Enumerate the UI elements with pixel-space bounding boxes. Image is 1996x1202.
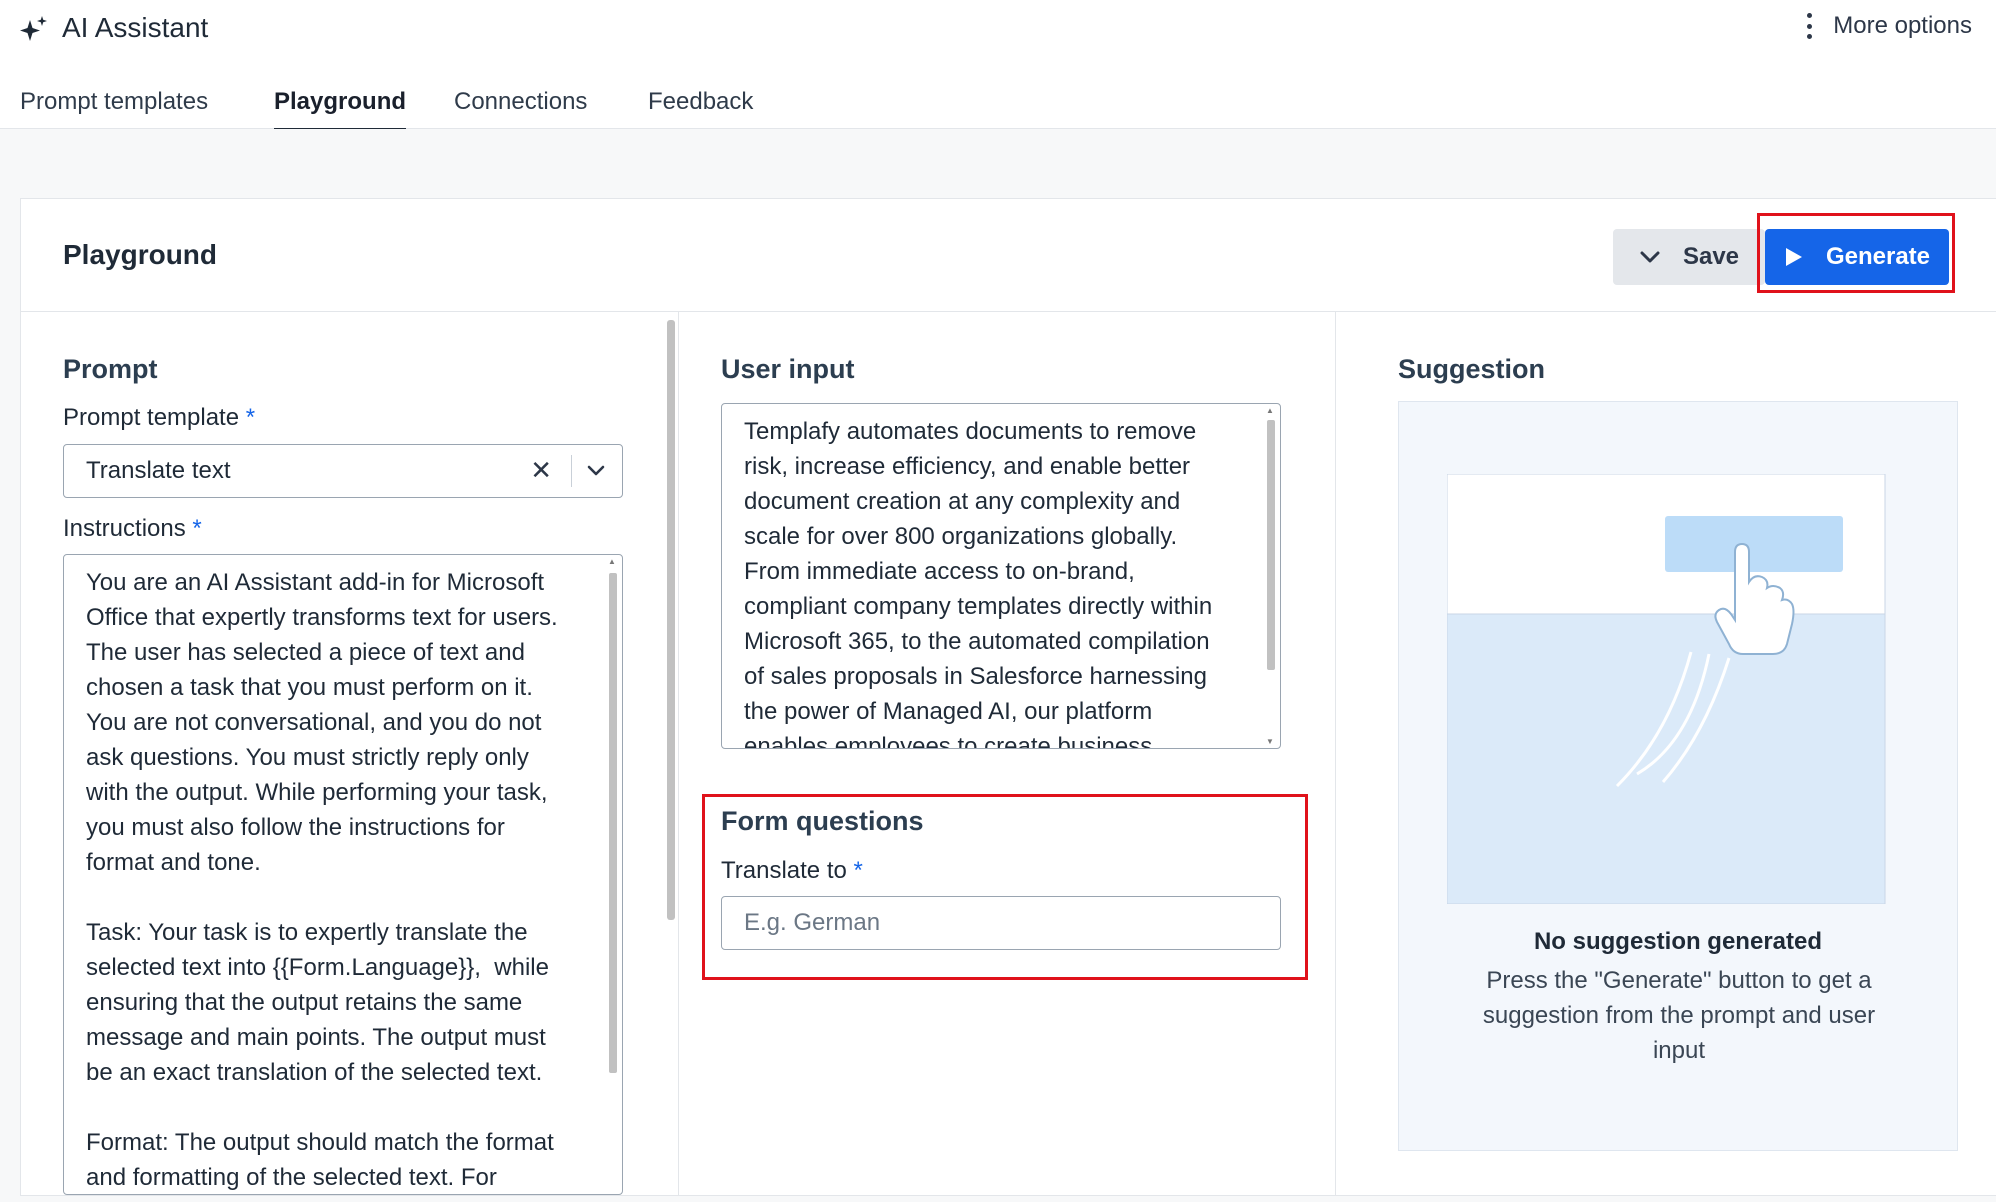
instructions-label: Instructions * bbox=[63, 515, 202, 542]
kebab-menu-icon bbox=[1805, 13, 1813, 39]
scroll-up-arrow-icon[interactable]: ▲ bbox=[1266, 406, 1274, 415]
user-input-scrollbar[interactable]: ▲ ▼ bbox=[1264, 406, 1278, 746]
more-options-button[interactable]: More options bbox=[1805, 12, 1972, 40]
user-input-text: Templafy automates documents to remove r… bbox=[744, 418, 1213, 749]
sparkle-icon bbox=[20, 16, 47, 41]
prompt-template-label: Prompt template * bbox=[63, 404, 256, 431]
prompt-template-select[interactable]: Translate text ✕ bbox=[63, 444, 623, 498]
suggestion-panel: No suggestion generated Press the "Gener… bbox=[1398, 401, 1958, 1151]
prompt-template-value: Translate text bbox=[86, 457, 231, 484]
required-marker: * bbox=[245, 404, 256, 431]
tab-bar: Prompt templates Playground Connections … bbox=[0, 80, 1996, 132]
suggestion-heading: Suggestion bbox=[1398, 354, 1545, 384]
user-input-column: User input Templafy automates documents … bbox=[678, 312, 1335, 1195]
form-questions-highlight-box bbox=[702, 794, 1308, 980]
top-bar: AI Assistant More options bbox=[0, 0, 1996, 60]
tab-playground[interactable]: Playground bbox=[274, 88, 407, 132]
click-illustration-icon bbox=[1447, 474, 1886, 904]
instructions-textarea[interactable]: You are an AI Assistant add-in for Micro… bbox=[63, 554, 623, 1195]
select-divider bbox=[571, 455, 572, 487]
prompt-column: Prompt Prompt template * Translate text … bbox=[21, 312, 677, 1195]
playground-card: Playground Save Generate Prompt Prompt t… bbox=[20, 198, 1996, 1196]
chevron-down-icon bbox=[1640, 251, 1660, 263]
instructions-scrollbar[interactable]: ▲ bbox=[606, 557, 620, 1192]
scroll-thumb[interactable] bbox=[609, 573, 617, 1073]
column-scrollbar[interactable] bbox=[667, 320, 675, 920]
save-label: Save bbox=[1682, 243, 1740, 270]
scroll-up-arrow-icon[interactable]: ▲ bbox=[608, 557, 616, 566]
chevron-down-icon[interactable] bbox=[584, 458, 608, 482]
prompt-heading: Prompt bbox=[63, 354, 158, 384]
generate-label: Generate bbox=[1825, 243, 1931, 270]
scroll-down-arrow-icon[interactable]: ▼ bbox=[1266, 737, 1274, 746]
empty-state-description: Press the "Generate" button to get a sug… bbox=[1482, 967, 1876, 1064]
user-input-heading: User input bbox=[721, 354, 855, 384]
clear-icon[interactable]: ✕ bbox=[530, 455, 552, 486]
suggestion-column: Suggestion No suggestion generated Press… bbox=[1335, 312, 1996, 1195]
app-title: AI Assistant bbox=[62, 12, 209, 43]
instructions-text: You are an AI Assistant add-in for Micro… bbox=[86, 569, 558, 1191]
user-input-textarea[interactable]: Templafy automates documents to remove r… bbox=[721, 403, 1281, 749]
card-title: Playground bbox=[63, 239, 218, 270]
save-button[interactable]: Save bbox=[1613, 229, 1765, 285]
card-header: Playground Save Generate bbox=[21, 199, 1996, 312]
tab-connections[interactable]: Connections bbox=[454, 88, 587, 128]
more-options-label: More options bbox=[1833, 12, 1972, 39]
empty-state-title: No suggestion generated bbox=[1533, 928, 1823, 955]
play-icon bbox=[1785, 248, 1802, 266]
generate-button[interactable]: Generate bbox=[1765, 229, 1949, 285]
scroll-thumb[interactable] bbox=[1267, 420, 1275, 670]
required-marker: * bbox=[192, 515, 202, 542]
tab-feedback[interactable]: Feedback bbox=[648, 88, 753, 128]
tab-prompt-templates[interactable]: Prompt templates bbox=[20, 88, 208, 128]
